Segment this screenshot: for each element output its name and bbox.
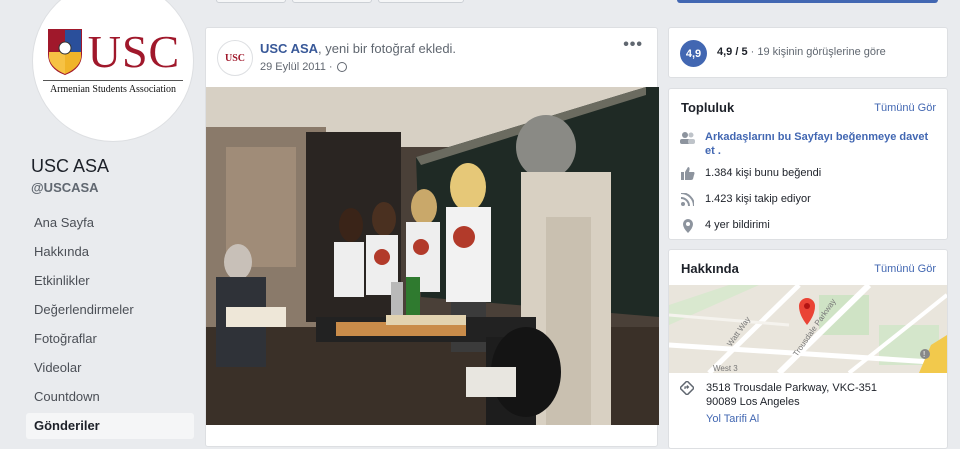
about-title: Hakkında: [681, 261, 739, 276]
post-toolbar: [216, 0, 466, 3]
community-title: Topluluk: [681, 100, 735, 115]
map-graphic: Watt Way Trousdale Parkway West 3 !: [669, 285, 947, 373]
rating-score: 4,9 / 5: [717, 46, 748, 58]
nav-item-reviews[interactable]: Değerlendirmeler: [26, 295, 194, 324]
thumbs-up-icon: [680, 166, 695, 181]
post-date-text[interactable]: 29 Eylül 2011 ·: [260, 61, 333, 73]
rss-follow-icon: [680, 192, 695, 207]
post-photo[interactable]: [206, 87, 659, 425]
nav-item-countdown[interactable]: Countdown: [26, 382, 194, 411]
rating-summary: 4,9 / 5 · 19 kişinin görüşlerine göre: [717, 46, 886, 58]
page-avatar[interactable]: USC Armenian Students Association: [32, 0, 194, 142]
page-sidebar: USC Armenian Students Association USC AS…: [0, 0, 205, 439]
invite-friends-link[interactable]: Arkadaşlarını bu Sayfayı beğenmeye davet…: [705, 130, 940, 158]
toolbar-button-1[interactable]: [216, 0, 286, 3]
globe-icon: [336, 62, 347, 72]
follows-row: 1.423 kişi takip ediyor: [680, 192, 940, 207]
checkins-row: 4 yer bildirimi: [680, 218, 940, 233]
community-see-all-link[interactable]: Tümünü Gör: [874, 102, 936, 114]
nav-item-photos[interactable]: Fotoğraflar: [26, 324, 194, 353]
address-line-2: 90089 Los Angeles: [706, 396, 800, 408]
logo-text: USC: [87, 25, 181, 77]
post-author-link[interactable]: USC ASA: [260, 41, 318, 56]
post-action-text: , yeni bir fotoğraf ekledi.: [318, 41, 457, 56]
more-options-icon[interactable]: •••: [623, 36, 643, 54]
get-directions-link[interactable]: Yol Tarifi Al: [706, 413, 759, 425]
invite-friends-icon: [680, 130, 695, 145]
follows-count: 1.423 kişi takip ediyor: [705, 193, 811, 205]
classroom-photo: [206, 87, 659, 425]
crest-icon: [47, 28, 82, 75]
about-card: Hakkında Tümünü Gör Watt Way Trousdale P…: [668, 249, 948, 449]
map-street-label-west: West 3: [713, 364, 738, 373]
invite-row: Arkadaşlarını bu Sayfayı beğenmeye davet…: [680, 130, 940, 158]
nav-item-videos[interactable]: Videolar: [26, 353, 194, 382]
toolbar-button-2[interactable]: [292, 0, 372, 3]
likes-row: 1.384 kişi bunu beğendi: [680, 166, 940, 181]
page-handle[interactable]: @USCASA: [31, 180, 99, 195]
post-header: USC ASA, yeni bir fotoğraf ekledi.: [260, 41, 456, 56]
toolbar-button-3[interactable]: [378, 0, 464, 3]
location-pin-icon: [680, 218, 695, 233]
primary-action-button[interactable]: [677, 0, 938, 3]
likes-count: 1.384 kişi bunu beğendi: [705, 167, 822, 179]
nav-item-about[interactable]: Hakkında: [26, 237, 194, 266]
svg-text:!: !: [923, 350, 925, 359]
post-avatar[interactable]: USC: [217, 40, 253, 76]
rating-badge[interactable]: 4,9: [680, 40, 707, 67]
usc-asa-logo: USC Armenian Students Association: [40, 25, 186, 95]
logo-subtitle: Armenian Students Association: [43, 79, 183, 95]
page-nav: Ana Sayfa Hakkında Etkinlikler Değerlend…: [26, 208, 194, 439]
nav-item-events[interactable]: Etkinlikler: [26, 266, 194, 295]
checkins-count: 4 yer bildirimi: [705, 219, 770, 231]
post-timestamp: 29 Eylül 2011 ·: [260, 61, 347, 73]
photo-post: USC USC ASA, yeni bir fotoğraf ekledi. 2…: [205, 27, 659, 447]
rating-detail: · 19 kişinin görüşlerine göre: [747, 46, 886, 58]
location-map[interactable]: Watt Way Trousdale Parkway West 3 !: [669, 285, 947, 373]
address-line-1: 3518 Trousdale Parkway, VKC-351: [706, 382, 877, 394]
rating-card: 4,9 4,9 / 5 · 19 kişinin görüşlerine gör…: [668, 27, 948, 78]
directions-icon: [680, 381, 694, 395]
address: 3518 Trousdale Parkway, VKC-351 90089 Lo…: [706, 381, 877, 409]
page-title[interactable]: USC ASA: [31, 156, 109, 177]
post-avatar-text: USC: [224, 52, 245, 64]
nav-item-posts[interactable]: Gönderiler: [26, 413, 194, 439]
community-card: Topluluk Tümünü Gör Arkadaşlarını bu Say…: [668, 88, 948, 240]
about-see-all-link[interactable]: Tümünü Gör: [874, 263, 936, 275]
nav-item-home[interactable]: Ana Sayfa: [26, 208, 194, 237]
